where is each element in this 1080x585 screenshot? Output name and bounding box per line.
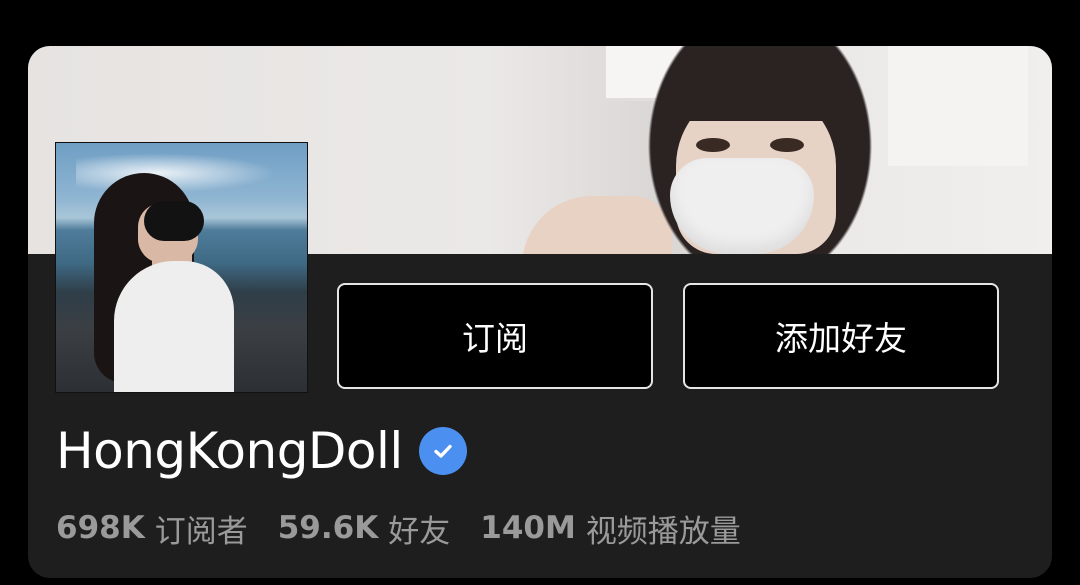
profile-stats: 698K 订阅者 59.6K 好友 140M 视频播放量 bbox=[56, 504, 771, 552]
avatar[interactable] bbox=[55, 142, 308, 393]
stat-subscribers: 698K 订阅者 bbox=[56, 506, 248, 551]
profile-name: HongKongDoll bbox=[56, 422, 403, 480]
profile-card: 订阅 添加好友 HongKongDoll 698K 订阅者 59.6K 好友 1… bbox=[28, 46, 1052, 578]
stat-friends: 59.6K 好友 bbox=[278, 506, 451, 551]
stat-label: 好友 bbox=[388, 513, 451, 550]
profile-name-row: HongKongDoll bbox=[56, 420, 467, 482]
stat-value: 140M bbox=[480, 510, 576, 546]
stat-value: 698K bbox=[56, 510, 145, 546]
subscribe-button-label: 订阅 bbox=[462, 319, 528, 358]
add-friend-button[interactable]: 添加好友 bbox=[683, 283, 999, 389]
verified-check-icon bbox=[418, 427, 467, 475]
stat-label: 订阅者 bbox=[154, 513, 248, 550]
stat-label: 视频播放量 bbox=[585, 513, 741, 550]
add-friend-button-label: 添加好友 bbox=[775, 319, 907, 358]
stat-value: 59.6K bbox=[277, 510, 379, 546]
subscribe-button[interactable]: 订阅 bbox=[337, 283, 653, 389]
stat-video-views: 140M 视频播放量 bbox=[480, 506, 741, 551]
